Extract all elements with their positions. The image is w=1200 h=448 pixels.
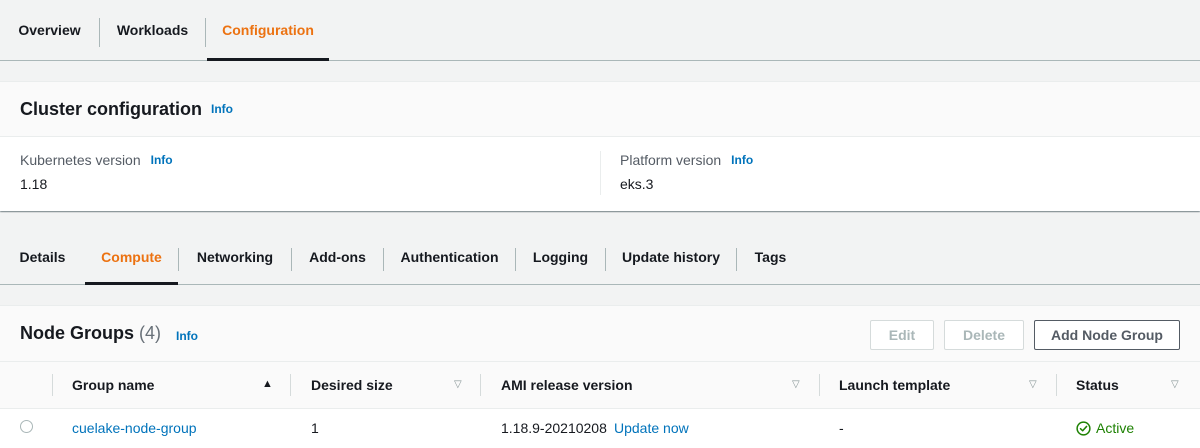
column-divider — [290, 374, 291, 396]
platform-version-label: Platform version — [620, 152, 722, 168]
edit-button[interactable]: Edit — [870, 320, 934, 350]
column-divider — [480, 374, 481, 396]
node-group-name-link[interactable]: cuelake-node-group — [72, 409, 197, 447]
update-now-link[interactable]: Update now — [614, 409, 689, 447]
column-header-status[interactable]: Status — [1076, 362, 1119, 408]
tab-tags[interactable]: Tags — [737, 230, 804, 284]
desired-size-value: 1 — [311, 420, 319, 436]
tab-divider — [205, 18, 206, 47]
kubernetes-version-value: 1.18 — [20, 176, 48, 192]
launch-template-value: - — [839, 420, 844, 436]
cluster-configuration-panel: Cluster configuration Info Kubernetes ve… — [0, 81, 1200, 211]
column-divider — [1056, 374, 1057, 396]
row-select-radio[interactable] — [20, 420, 33, 433]
tab-networking[interactable]: Networking — [179, 230, 291, 284]
sort-caret-icon[interactable]: ▽ — [792, 379, 800, 390]
platform-version-info-link[interactable]: Info — [731, 153, 753, 167]
node-groups-title: Node Groups — [20, 323, 135, 343]
column-header-launch-template[interactable]: Launch template — [839, 362, 950, 408]
top-tabbar: Overview Workloads Configuration — [0, 0, 1200, 61]
table-header: Group name ▲ Desired size ▽ AMI release … — [0, 362, 1200, 409]
tab-configuration[interactable]: Configuration — [207, 0, 329, 61]
compute-tabbar: Details Compute Networking Add-ons Authe… — [0, 230, 1200, 285]
column-header-ami-release-version[interactable]: AMI release version — [501, 362, 633, 408]
sort-caret-icon[interactable]: ▽ — [454, 379, 462, 390]
cluster-configuration-info-link[interactable]: Info — [211, 102, 233, 116]
node-groups-panel: Node Groups (4) Info Edit Delete Add Nod… — [0, 305, 1200, 448]
column-divider — [52, 374, 53, 396]
tab-workloads[interactable]: Workloads — [100, 0, 205, 60]
tab-add-ons[interactable]: Add-ons — [292, 230, 383, 284]
kubernetes-version-label: Kubernetes version — [20, 152, 141, 168]
column-divider — [600, 151, 601, 195]
sort-caret-icon[interactable]: ▽ — [1171, 379, 1179, 390]
kubernetes-version-info-link[interactable]: Info — [151, 153, 173, 167]
column-header-desired-size[interactable]: Desired size — [311, 362, 393, 408]
table-row[interactable]: cuelake-node-group 1 1.18.9-20210208 Upd… — [0, 409, 1200, 448]
tab-logging[interactable]: Logging — [516, 230, 605, 284]
column-divider — [819, 374, 820, 396]
platform-version-field: Platform version Info eks.3 — [620, 152, 753, 192]
tab-compute[interactable]: Compute — [85, 230, 178, 285]
status-badge: Active — [1076, 409, 1134, 447]
platform-version-value: eks.3 — [620, 176, 654, 192]
sort-ascending-icon[interactable]: ▲ — [262, 378, 273, 390]
delete-button[interactable]: Delete — [944, 320, 1024, 350]
tab-authentication[interactable]: Authentication — [384, 230, 515, 284]
tab-details[interactable]: Details — [0, 230, 85, 284]
cluster-configuration-title: Cluster configuration — [20, 98, 203, 119]
column-header-group-name[interactable]: Group name — [72, 362, 154, 408]
node-groups-info-link[interactable]: Info — [176, 329, 198, 343]
kubernetes-version-field: Kubernetes version Info 1.18 — [20, 152, 173, 192]
sort-caret-icon[interactable]: ▽ — [1029, 379, 1037, 390]
success-check-icon — [1076, 420, 1091, 436]
ami-release-version-value: 1.18.9-20210208 — [501, 420, 607, 436]
status-label: Active — [1096, 420, 1135, 436]
tab-update-history[interactable]: Update history — [606, 230, 736, 284]
node-groups-count: (4) — [139, 323, 162, 343]
tab-overview[interactable]: Overview — [0, 0, 99, 60]
cluster-configuration-header: Cluster configuration Info — [0, 82, 1200, 137]
add-node-group-button[interactable]: Add Node Group — [1034, 320, 1180, 350]
